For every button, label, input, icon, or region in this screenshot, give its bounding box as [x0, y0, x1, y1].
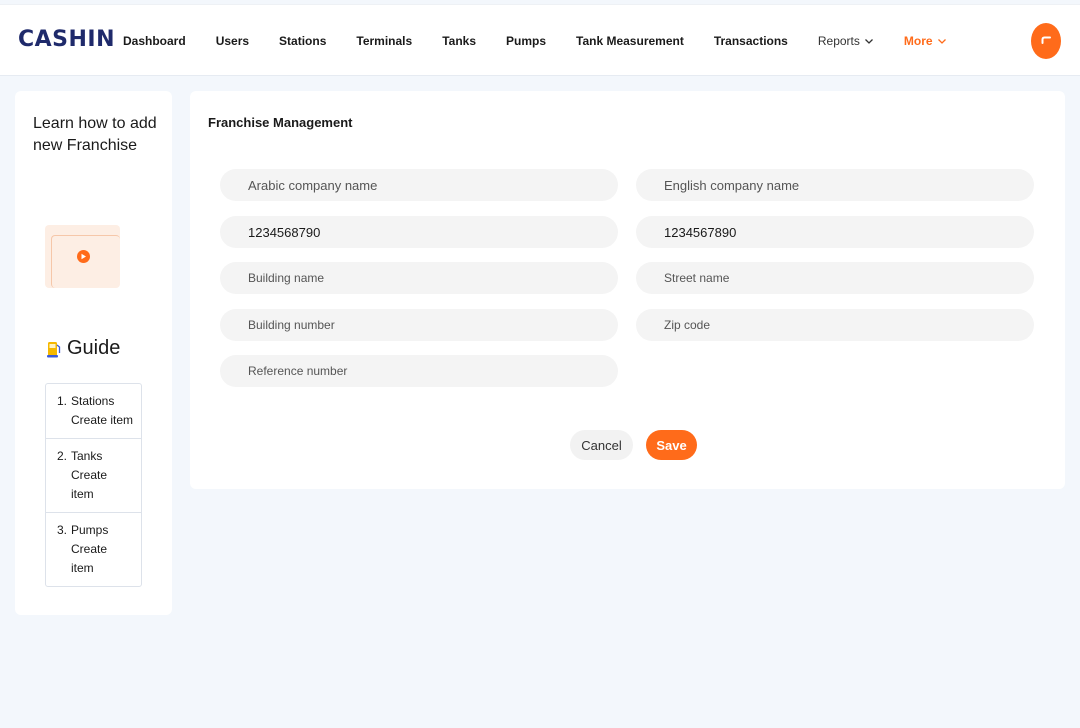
guide-item-action: Create item	[71, 542, 108, 575]
cancel-button[interactable]: Cancel	[570, 430, 633, 460]
guide-item-text: Tanks Create item	[71, 447, 131, 504]
nav-terminals[interactable]: Terminals	[356, 34, 412, 48]
guide-item-stations[interactable]: 1. Stations Create item	[46, 384, 141, 439]
guide-item-number: 1.	[57, 394, 68, 408]
guide-item-pumps[interactable]: 3. Pumps Create item	[46, 513, 141, 586]
guide-item-action: Create item	[71, 413, 134, 427]
play-triangle	[81, 253, 86, 260]
guide-item-title: Pumps	[71, 523, 109, 537]
main-nav: Dashboard Users Stations Terminals Tanks…	[123, 5, 977, 77]
nav-more-dropdown[interactable]: More	[904, 34, 947, 48]
learn-title: Learn how to add new Franchise	[33, 115, 157, 154]
nav-more-label: More	[903, 34, 933, 48]
guide-item-tanks[interactable]: 2. Tanks Create item	[46, 439, 141, 513]
guide-item-title: Tanks	[71, 449, 103, 463]
nav-transactions[interactable]: Transactions	[714, 34, 788, 48]
nav-tanks[interactable]: Tanks	[442, 34, 476, 48]
top-navbar: CASHIN Dashboard Users Stations Terminal…	[0, 4, 1080, 76]
nav-dashboard[interactable]: Dashboard	[123, 34, 186, 48]
guide-item-action: Create item	[71, 468, 108, 501]
street-name-input[interactable]	[636, 262, 1034, 294]
nav-pumps[interactable]: Pumps	[506, 34, 546, 48]
chevron-down-icon	[864, 39, 873, 44]
user-avatar[interactable]	[1031, 23, 1061, 59]
guide-header: Guide	[47, 337, 120, 360]
phone-number-input-2[interactable]	[636, 216, 1034, 248]
building-name-input[interactable]	[220, 262, 618, 294]
nav-stations[interactable]: Stations	[279, 34, 326, 48]
guide-item-text: Pumps Create item	[71, 521, 131, 578]
guide-item-text: Stations Create item	[71, 392, 133, 430]
chevron-down-icon	[937, 39, 946, 44]
franchise-form-card: Franchise Management Cancel Save	[190, 91, 1065, 489]
brand-c-icon	[1041, 36, 1051, 44]
nav-reports-dropdown[interactable]: Reports	[818, 34, 874, 48]
tutorial-video-thumbnail[interactable]	[45, 225, 120, 288]
guide-title: Guide	[67, 337, 121, 359]
english-company-name-input[interactable]	[636, 169, 1034, 201]
cashin-logo[interactable]: CASHIN	[18, 27, 115, 52]
guide-item-title: Stations	[71, 394, 115, 408]
form-title: Franchise Management	[208, 115, 353, 130]
fuel-pump-icon	[47, 341, 61, 357]
nav-users[interactable]: Users	[216, 34, 249, 48]
phone-number-input-1[interactable]	[220, 216, 618, 248]
guide-list: 1. Stations Create item 2. Tanks Create …	[45, 383, 142, 587]
zip-code-input[interactable]	[636, 309, 1034, 341]
play-icon[interactable]	[77, 250, 90, 263]
nav-tank-measurement[interactable]: Tank Measurement	[576, 34, 684, 48]
learn-sidebar: Learn how to add new Franchise Guide 1. …	[15, 91, 172, 615]
save-button[interactable]: Save	[646, 430, 697, 460]
guide-item-number: 2.	[57, 449, 68, 463]
building-number-input[interactable]	[220, 309, 618, 341]
nav-reports-label: Reports	[817, 34, 860, 48]
guide-item-number: 3.	[57, 523, 68, 537]
arabic-company-name-input[interactable]	[220, 169, 618, 201]
reference-number-input[interactable]	[220, 355, 618, 387]
